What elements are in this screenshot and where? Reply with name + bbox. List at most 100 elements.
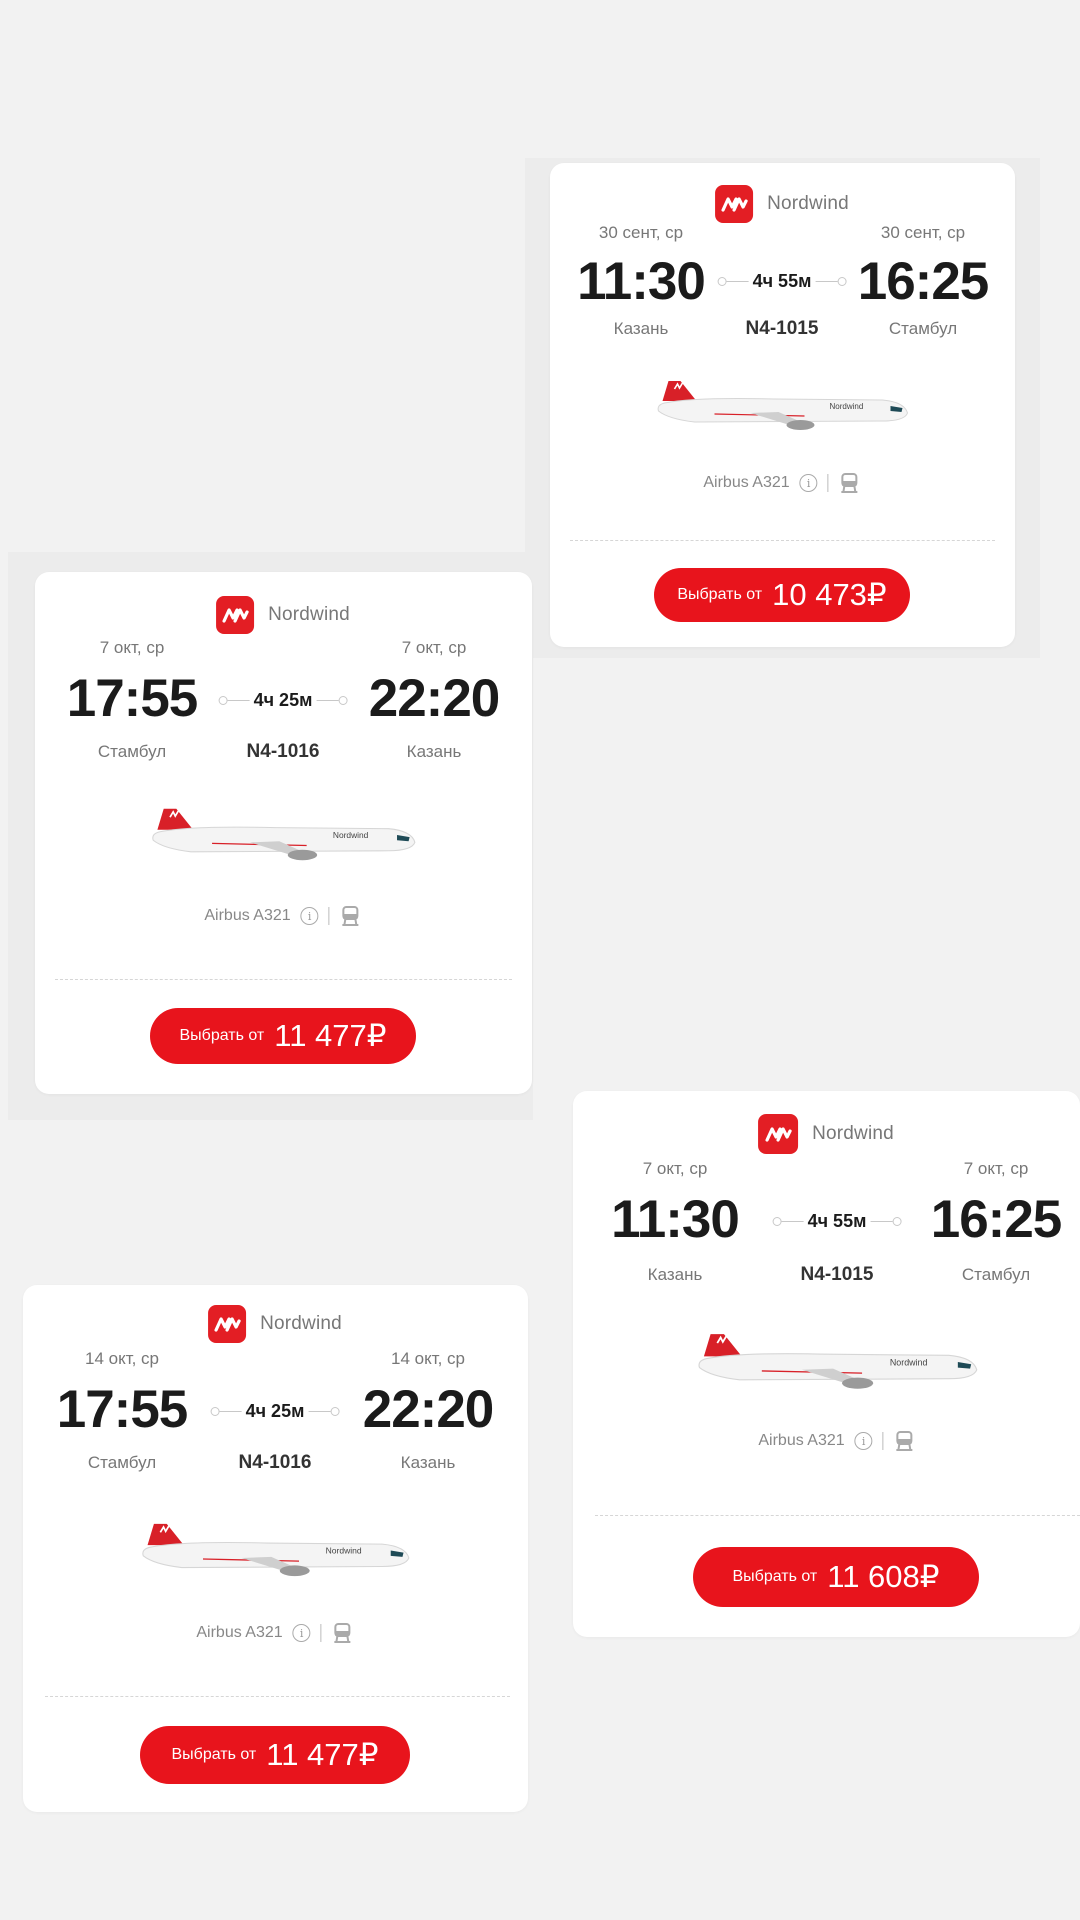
svg-text:Nordwind: Nordwind: [890, 1357, 928, 1367]
route-dot: [772, 1217, 782, 1226]
airline-header: Nordwind: [758, 1114, 894, 1154]
info-icon[interactable]: i: [292, 1624, 311, 1642]
duration-indicator: 4ч 25м: [210, 1401, 340, 1422]
seat-icon[interactable]: [332, 1622, 354, 1644]
route-dot: [837, 277, 847, 286]
route-dot: [892, 1217, 902, 1226]
price: 11 477₽: [274, 1018, 387, 1053]
svg-text:Nordwind: Nordwind: [333, 830, 369, 840]
nordwind-logo-icon: [715, 185, 754, 223]
aircraft-model: Airbus A321: [196, 1624, 283, 1641]
button-label: Выбрать от: [171, 1746, 257, 1763]
flight-number: N4-1016: [238, 1452, 312, 1473]
departure-city: Казань: [613, 319, 669, 338]
nordwind-logo-icon: [216, 596, 255, 634]
arrival-time: 22:20: [362, 1380, 495, 1439]
price: 10 473₽: [772, 577, 887, 612]
route-line: [308, 1411, 331, 1412]
departure-time: 11:30: [577, 252, 706, 311]
aircraft-model: Airbus A321: [204, 907, 291, 924]
select-flight-button[interactable]: Выбрать от 11 477₽: [150, 1008, 416, 1064]
route-line: [870, 1221, 893, 1222]
flight-number: N4-1015: [800, 1264, 874, 1285]
seat-icon[interactable]: [340, 905, 362, 927]
aircraft-info: Airbus A321 i: [204, 905, 361, 927]
separator: [827, 474, 829, 492]
duration-indicator: 4ч 25м: [218, 690, 348, 711]
route-line: [219, 1411, 242, 1412]
arrival-city: Стамбул: [961, 1265, 1031, 1284]
select-flight-button[interactable]: Выбрать от 11 608₽: [693, 1547, 979, 1607]
flight-number: N4-1016: [246, 741, 320, 762]
info-icon[interactable]: i: [854, 1432, 873, 1450]
price: 11 477₽: [266, 1737, 379, 1772]
seat-icon[interactable]: [839, 472, 861, 494]
svg-text:Nordwind: Nordwind: [326, 1546, 362, 1556]
price: 11 608₽: [827, 1559, 940, 1594]
airplane-image: Nordwind: [152, 808, 416, 861]
arrival-time: 22:20: [368, 669, 501, 728]
aircraft-info: Airbus A321 i: [703, 472, 860, 494]
select-flight-button[interactable]: Выбрать от 10 473₽: [654, 568, 910, 622]
route-line: [726, 281, 749, 282]
select-flight-button[interactable]: Выбрать от 11 477₽: [140, 1726, 410, 1784]
airline-name: Nordwind: [812, 1123, 894, 1144]
flight-card[interactable]: Nordwind 7 окт, ср 7 окт, ср 11:30 16:25…: [573, 1091, 1080, 1637]
departure-date: 7 окт, ср: [99, 638, 165, 657]
departure-time: 17:55: [66, 669, 199, 728]
airplane-image: Nordwind: [657, 381, 909, 430]
route-dot: [218, 696, 228, 705]
departure-city: Казань: [647, 1265, 703, 1284]
aircraft-model: Airbus A321: [758, 1432, 845, 1449]
separator: [320, 1624, 322, 1642]
airline-name: Nordwind: [268, 604, 350, 625]
departure-city: Стамбул: [87, 1453, 157, 1472]
flight-card[interactable]: Nordwind 30 сент, ср 30 сент, ср 11:30 1…: [550, 163, 1015, 647]
airline-name: Nordwind: [767, 193, 849, 214]
flight-duration: 4ч 55м: [752, 271, 812, 291]
route-line: [227, 700, 250, 701]
flight-duration: 4ч 25м: [245, 1401, 305, 1421]
nordwind-logo-icon: [758, 1114, 799, 1154]
arrival-city: Казань: [400, 1453, 456, 1472]
route-dot: [210, 1407, 220, 1416]
route-dot: [338, 696, 348, 705]
duration-indicator: 4ч 55м: [772, 1211, 902, 1232]
airplane-image: Nordwind: [142, 1523, 410, 1577]
route-dot: [717, 277, 727, 286]
flight-duration: 4ч 55м: [807, 1211, 867, 1231]
route-dot: [330, 1407, 340, 1416]
departure-date: 30 сент, ср: [598, 223, 684, 242]
arrival-date: 7 окт, ср: [401, 638, 467, 657]
duration-indicator: 4ч 55м: [717, 271, 847, 292]
airline-header: Nordwind: [208, 1305, 342, 1343]
arrival-time: 16:25: [857, 252, 990, 311]
aircraft-model: Airbus A321: [703, 474, 790, 491]
departure-time: 11:30: [611, 1190, 740, 1249]
info-icon[interactable]: i: [300, 907, 319, 925]
seat-icon[interactable]: [894, 1430, 916, 1452]
aircraft-info: Airbus A321 i: [758, 1430, 915, 1452]
flight-number: N4-1015: [745, 318, 819, 339]
dashed-divider: [595, 1515, 1080, 1516]
nordwind-logo-icon: [208, 1305, 247, 1343]
airline-name: Nordwind: [260, 1313, 342, 1334]
flight-card[interactable]: Nordwind 7 окт, ср 7 окт, ср 17:55 22:20…: [35, 572, 532, 1094]
route-line: [316, 700, 339, 701]
dashed-divider: [55, 979, 512, 980]
aircraft-info: Airbus A321 i: [196, 1622, 353, 1644]
separator: [882, 1432, 884, 1450]
arrival-time: 16:25: [930, 1190, 1063, 1249]
departure-date: 14 окт, ср: [84, 1349, 160, 1368]
info-icon[interactable]: i: [799, 474, 818, 492]
arrival-city: Стамбул: [888, 319, 958, 338]
arrival-city: Казань: [406, 742, 462, 761]
dashed-divider: [45, 1696, 510, 1697]
route-line: [815, 281, 838, 282]
flight-card[interactable]: Nordwind 14 окт, ср 14 окт, ср 17:55 22:…: [23, 1285, 528, 1812]
button-label: Выбрать от: [732, 1568, 818, 1585]
departure-time: 17:55: [56, 1380, 189, 1439]
airline-header: Nordwind: [715, 185, 849, 223]
separator: [328, 907, 330, 925]
airline-header: Nordwind: [216, 596, 350, 634]
